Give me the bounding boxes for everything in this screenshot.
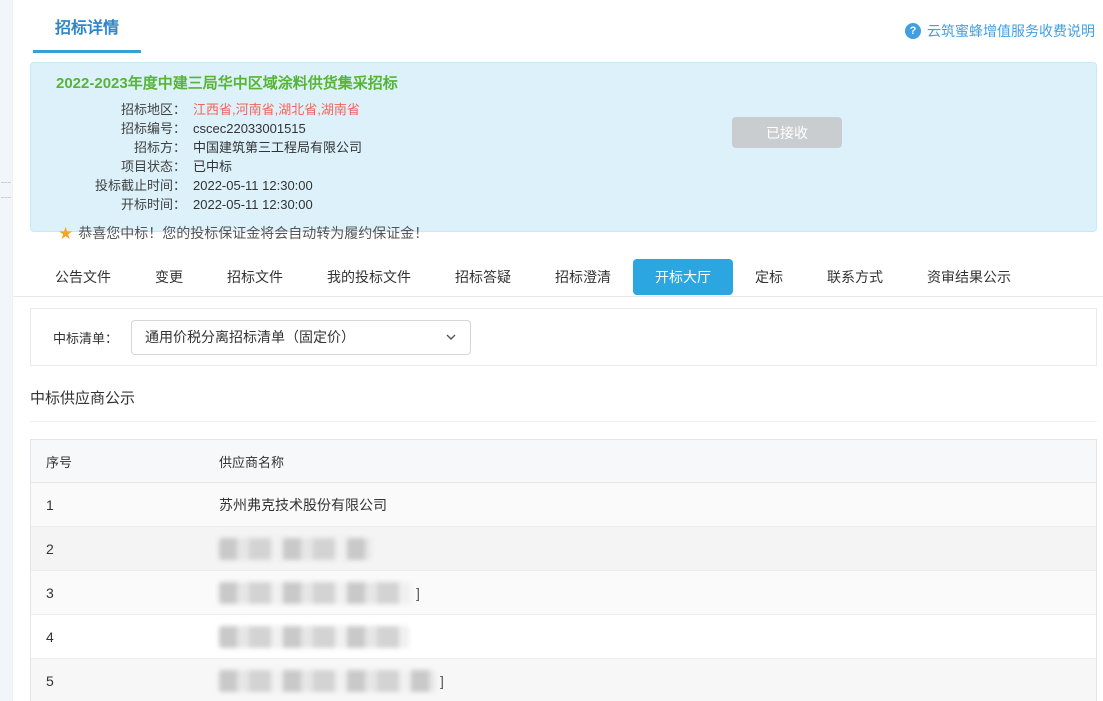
suppliers-table: 序号 供应商名称 1苏州弗克技术股份有限公司 2 3] 4 5] xyxy=(30,439,1097,701)
star-icon: ★ xyxy=(58,225,73,242)
field-value: 已中标 xyxy=(193,157,232,176)
redacted-supplier-name xyxy=(219,538,371,560)
redacted-supplier-name xyxy=(219,582,411,604)
table-header-row: 序号 供应商名称 xyxy=(31,440,1096,483)
tab-changes[interactable]: 变更 xyxy=(133,259,205,295)
field-label: 招标编号： xyxy=(31,119,186,138)
field-value: 2022-05-11 12:30:00 xyxy=(193,195,313,214)
tender-field-row: 开标时间： 2022-05-11 12:30:00 xyxy=(31,195,1096,214)
help-link-label: 云筑蜜蜂增值服务收费说明 xyxy=(927,21,1095,41)
winning-suppliers-heading: 中标供应商公示 xyxy=(30,387,1097,422)
tab-tender-clarification[interactable]: 招标澄清 xyxy=(533,259,633,295)
tab-bid-opening-hall[interactable]: 开标大厅 xyxy=(633,259,733,295)
tender-detail-page: 招标详情 ? 云筑蜜蜂增值服务收费说明 2022-2023年度中建三局华中区域涂… xyxy=(0,0,1103,701)
tender-fields: 招标地区： 江西省,河南省,湖北省,湖南省招标编号： cscec2203300151… xyxy=(31,100,1096,214)
tender-field-row: 招标地区： 江西省,河南省,湖北省,湖南省 xyxy=(31,100,1096,119)
tab-tender-documents[interactable]: 招标文件 xyxy=(205,259,305,295)
tab-bar: 公告文件变更招标文件我的投标文件招标答疑招标澄清开标大厅定标联系方式资审结果公示 xyxy=(13,257,1103,297)
redacted-supplier-name xyxy=(219,626,409,648)
trailing-char: ] xyxy=(440,673,444,689)
field-label: 项目状态： xyxy=(31,157,186,176)
table-row: 2 xyxy=(31,527,1096,571)
help-link[interactable]: ? 云筑蜜蜂增值服务收费说明 xyxy=(905,21,1095,41)
tender-field-row: 项目状态： 已中标 xyxy=(31,157,1096,176)
field-label: 招标方： xyxy=(31,138,186,157)
tender-field-row: 招标编号： cscec22033001515 xyxy=(31,119,1096,138)
cell-serial-number: 1 xyxy=(31,497,219,513)
table-row: 4 xyxy=(31,615,1096,659)
table-body: 1苏州弗克技术股份有限公司 2 3] 4 5] xyxy=(31,483,1096,701)
header-serial-number: 序号 xyxy=(31,452,219,471)
tab-qualification-results[interactable]: 资审结果公示 xyxy=(905,259,1033,295)
accepted-button[interactable]: 已接收 xyxy=(732,117,842,148)
field-value: 江西省,河南省,湖北省,湖南省 xyxy=(193,100,360,119)
redacted-supplier-name xyxy=(219,670,435,692)
page-header: 招标详情 ? 云筑蜜蜂增值服务收费说明 xyxy=(13,0,1103,58)
cell-supplier-name: ] xyxy=(219,670,1096,692)
cell-serial-number: 3 xyxy=(31,585,219,601)
tab-my-bid-documents[interactable]: 我的投标文件 xyxy=(305,259,433,295)
panel-drag-handle[interactable] xyxy=(1,182,11,198)
field-label: 招标地区： xyxy=(31,100,186,119)
cell-supplier-name: 苏州弗克技术股份有限公司 xyxy=(219,495,1096,515)
field-label: 开标时间： xyxy=(31,195,186,214)
tab-announcement-files[interactable]: 公告文件 xyxy=(33,259,133,295)
cell-supplier-name: ] xyxy=(219,582,1096,604)
cell-supplier-name xyxy=(219,538,1096,560)
cell-serial-number: 2 xyxy=(31,541,219,557)
page-title-tab[interactable]: 招标详情 xyxy=(33,14,141,53)
field-value: cscec22033001515 xyxy=(193,119,306,138)
main-content: 招标详情 ? 云筑蜜蜂增值服务收费说明 2022-2023年度中建三局华中区域涂… xyxy=(13,0,1103,701)
table-row: 3] xyxy=(31,571,1096,615)
congrats-line: ★ 恭喜您中标！您的投标保证金将会自动转为履约保证金！ xyxy=(58,223,1096,243)
winning-list-selected-value: 通用价税分离招标清单（固定价） xyxy=(145,327,355,347)
question-circle-icon: ? xyxy=(905,23,921,39)
tab-tender-qa[interactable]: 招标答疑 xyxy=(433,259,533,295)
tab-award[interactable]: 定标 xyxy=(733,259,805,295)
tender-title: 2022-2023年度中建三局华中区域涂料供货集采招标 xyxy=(56,72,1096,93)
tender-field-row: 投标截止时间： 2022-05-11 12:30:00 xyxy=(31,176,1096,195)
tender-notice-box: 2022-2023年度中建三局华中区域涂料供货集采招标 招标地区： 江西省,河南省… xyxy=(30,62,1097,232)
field-label: 投标截止时间： xyxy=(31,176,186,195)
tender-field-row: 招标方： 中国建筑第三工程局有限公司 xyxy=(31,138,1096,157)
cell-supplier-name xyxy=(219,626,1096,648)
field-value: 2022-05-11 12:30:00 xyxy=(193,176,313,195)
winning-list-label: 中标清单： xyxy=(53,328,118,347)
cell-serial-number: 4 xyxy=(31,629,219,645)
tab-contact-info[interactable]: 联系方式 xyxy=(805,259,905,295)
congrats-text: 恭喜您中标！您的投标保证金将会自动转为履约保证金！ xyxy=(78,223,428,243)
header-supplier-name: 供应商名称 xyxy=(219,452,1096,471)
winning-list-selector-row: 中标清单： 通用价税分离招标清单（固定价） xyxy=(30,308,1097,366)
table-row: 5] xyxy=(31,659,1096,701)
chevron-down-icon xyxy=(445,331,457,343)
table-row: 1苏州弗克技术股份有限公司 xyxy=(31,483,1096,527)
left-edge-strip xyxy=(0,0,13,701)
trailing-char: ] xyxy=(416,585,420,601)
cell-serial-number: 5 xyxy=(31,673,219,689)
winning-list-select[interactable]: 通用价税分离招标清单（固定价） xyxy=(131,320,471,355)
field-value: 中国建筑第三工程局有限公司 xyxy=(193,138,362,157)
